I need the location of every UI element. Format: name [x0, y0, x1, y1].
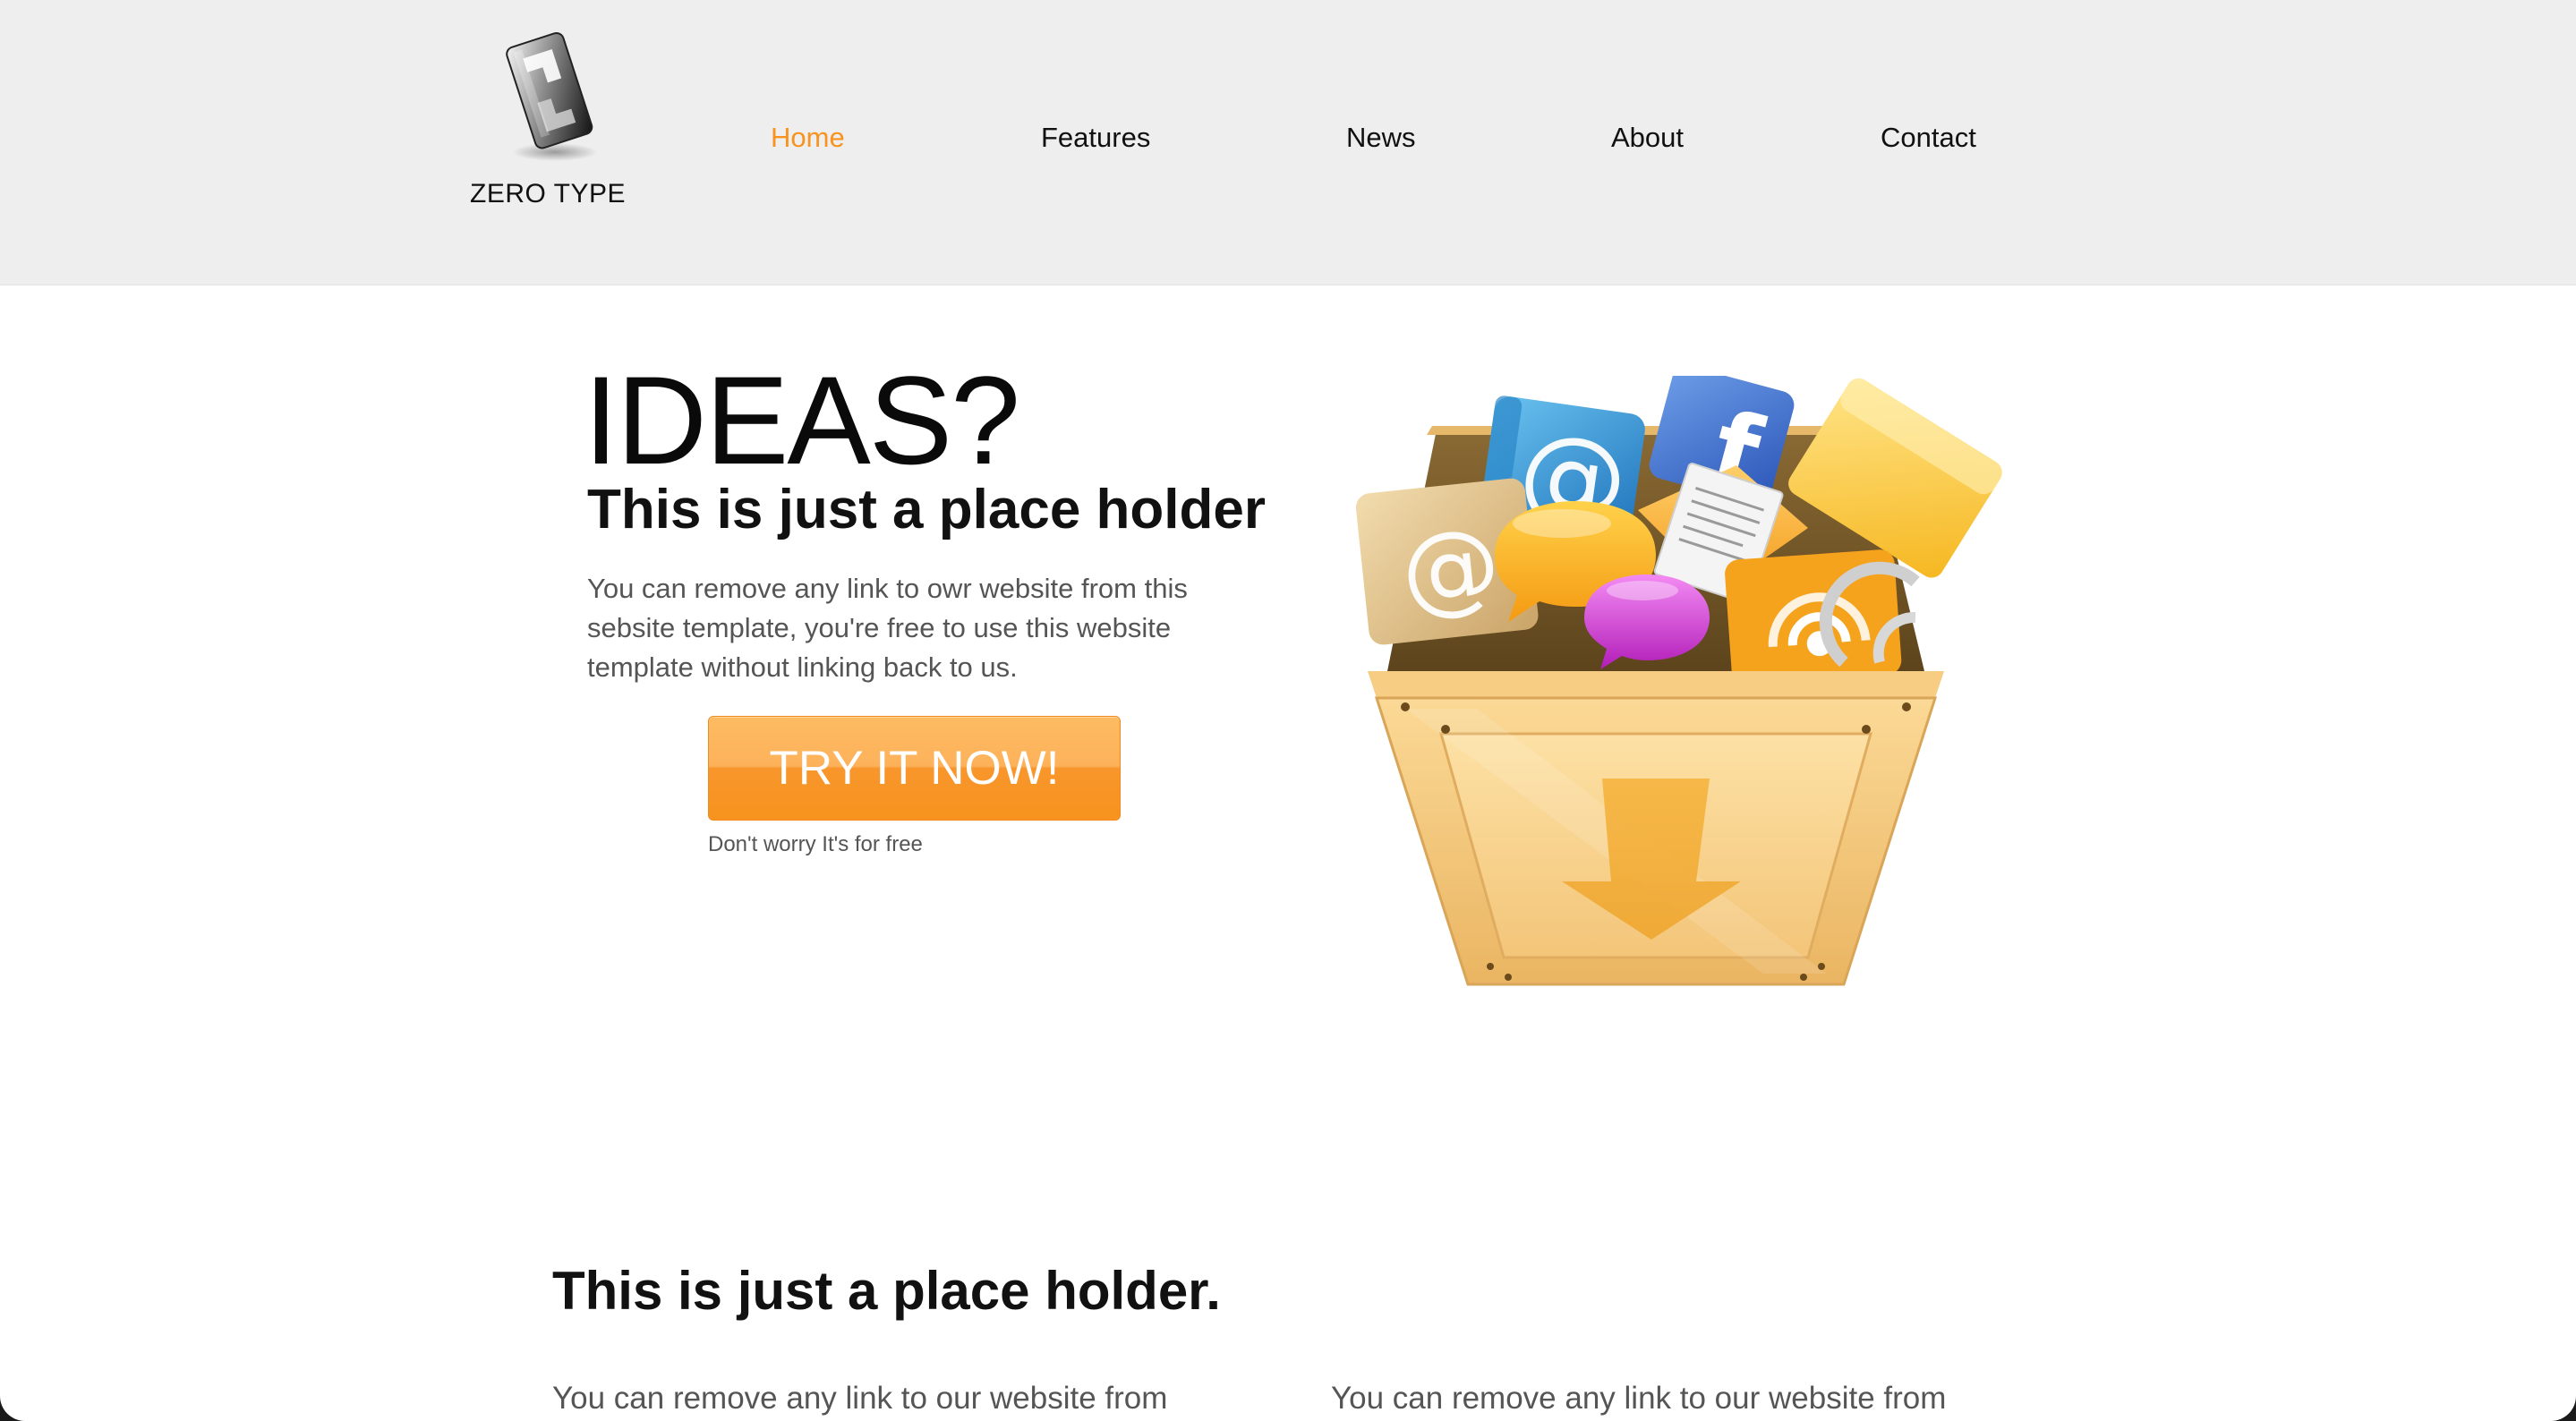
hero-description: You can remove any link to owr website f… [587, 573, 1188, 683]
nav-contact[interactable]: Contact [1881, 122, 1976, 154]
zero-type-logo-icon [506, 31, 598, 161]
svg-text:@: @ [1395, 506, 1506, 630]
try-it-now-button[interactable]: TRY IT NOW! [708, 716, 1121, 821]
nav-features[interactable]: Features [1041, 122, 1150, 154]
logo-text: ZERO TYPE [470, 179, 626, 208]
nav-about[interactable]: About [1611, 122, 1684, 154]
download-crate-icon: @ f @ [1355, 376, 2002, 986]
logo-link[interactable]: ZERO TYPE [465, 27, 627, 215]
site-header: ZERO TYPE Home Features News About Conta… [0, 0, 2576, 285]
nav-home[interactable]: Home [771, 122, 845, 154]
nav-news[interactable]: News [1346, 122, 1416, 154]
section-title: This is just a place holder. [552, 1261, 1221, 1321]
section-col-right-text: You can remove any link to our website f… [1331, 1381, 1947, 1416]
cta-note: Don't worry It's for free [708, 832, 923, 856]
hero-subtitle: This is just a place holder [587, 479, 1266, 540]
hero-title: IDEAS? [584, 350, 1020, 490]
section-col-left-text: You can remove any link to our website f… [552, 1381, 1168, 1416]
